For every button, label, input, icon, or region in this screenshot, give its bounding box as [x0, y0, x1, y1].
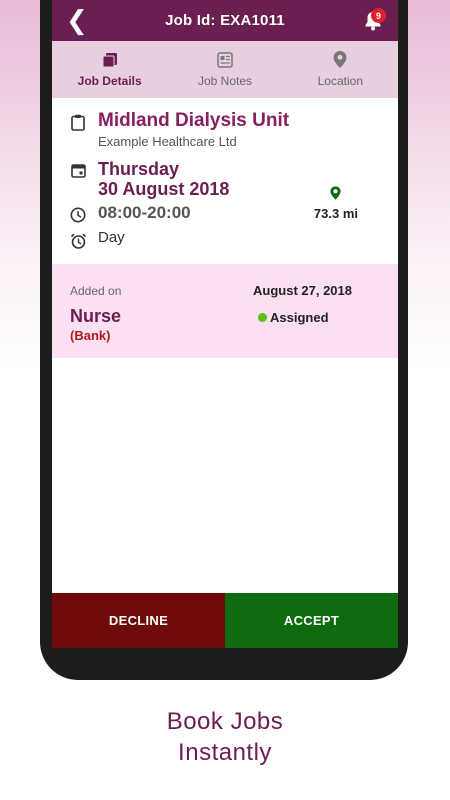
job-date: 30 August 2018 — [98, 179, 230, 199]
page-title: Job Id: EXA1011 — [165, 12, 285, 29]
marketing-caption: Book Jobs Instantly — [0, 706, 450, 768]
shift-row: Day — [68, 229, 382, 249]
added-on-date: August 27, 2018 — [253, 283, 352, 298]
tab-label: Job Notes — [197, 73, 252, 88]
job-summary: Midland Dialysis Unit Example Healthcare… — [52, 98, 398, 264]
tab-job-notes[interactable]: Job Notes — [167, 41, 282, 98]
distance-block: 73.3 mi — [314, 186, 358, 221]
role-type: (Bank) — [70, 328, 111, 343]
map-pin-icon — [333, 51, 347, 68]
map-pin-icon — [330, 186, 342, 200]
top-bar: ❮ Job Id: EXA1011 9 — [52, 0, 398, 41]
role-title: Nurse — [70, 306, 122, 326]
company-name: Example Healthcare Ltd — [98, 134, 237, 149]
caption-line-2: Instantly — [178, 739, 272, 766]
job-shift: Day — [98, 229, 125, 246]
documents-icon — [102, 52, 117, 67]
notes-icon — [217, 51, 233, 68]
tab-bar: Job Details Job Notes Location — [52, 41, 398, 98]
status-text: Assigned — [270, 310, 329, 325]
unit-name: Midland Dialysis Unit — [98, 110, 290, 131]
assignment-panel: Added on August 27, 2018 Nurse (Bank) As… — [52, 264, 398, 358]
accept-button[interactable]: ACCEPT — [225, 593, 398, 648]
tab-job-details[interactable]: Job Details — [52, 41, 167, 98]
tab-label: Job Details — [77, 73, 142, 88]
clock-icon — [68, 203, 88, 223]
notification-badge: 9 — [371, 8, 386, 23]
clipboard-icon — [68, 110, 88, 131]
caption-line-1: Book Jobs — [166, 708, 284, 735]
decline-button[interactable]: DECLINE — [52, 593, 225, 648]
status-badge: Assigned — [258, 310, 329, 325]
back-arrow-icon[interactable]: ❮ — [66, 6, 88, 34]
distance-value: 73.3 mi — [313, 206, 358, 221]
unit-row: Midland Dialysis Unit Example Healthcare… — [68, 110, 382, 149]
tab-label: Location — [317, 74, 363, 88]
job-time: 08:00-20:00 — [98, 203, 191, 222]
app-screen: ❮ Job Id: EXA1011 9 Job Details Job Note… — [52, 0, 398, 648]
status-dot-icon — [258, 313, 267, 322]
action-bar: DECLINE ACCEPT — [52, 593, 398, 648]
tab-location[interactable]: Location — [283, 41, 398, 98]
job-weekday: Thursday — [98, 159, 180, 179]
calendar-icon — [68, 159, 88, 178]
alarm-clock-icon — [68, 229, 88, 249]
added-on-label: Added on — [70, 284, 122, 298]
